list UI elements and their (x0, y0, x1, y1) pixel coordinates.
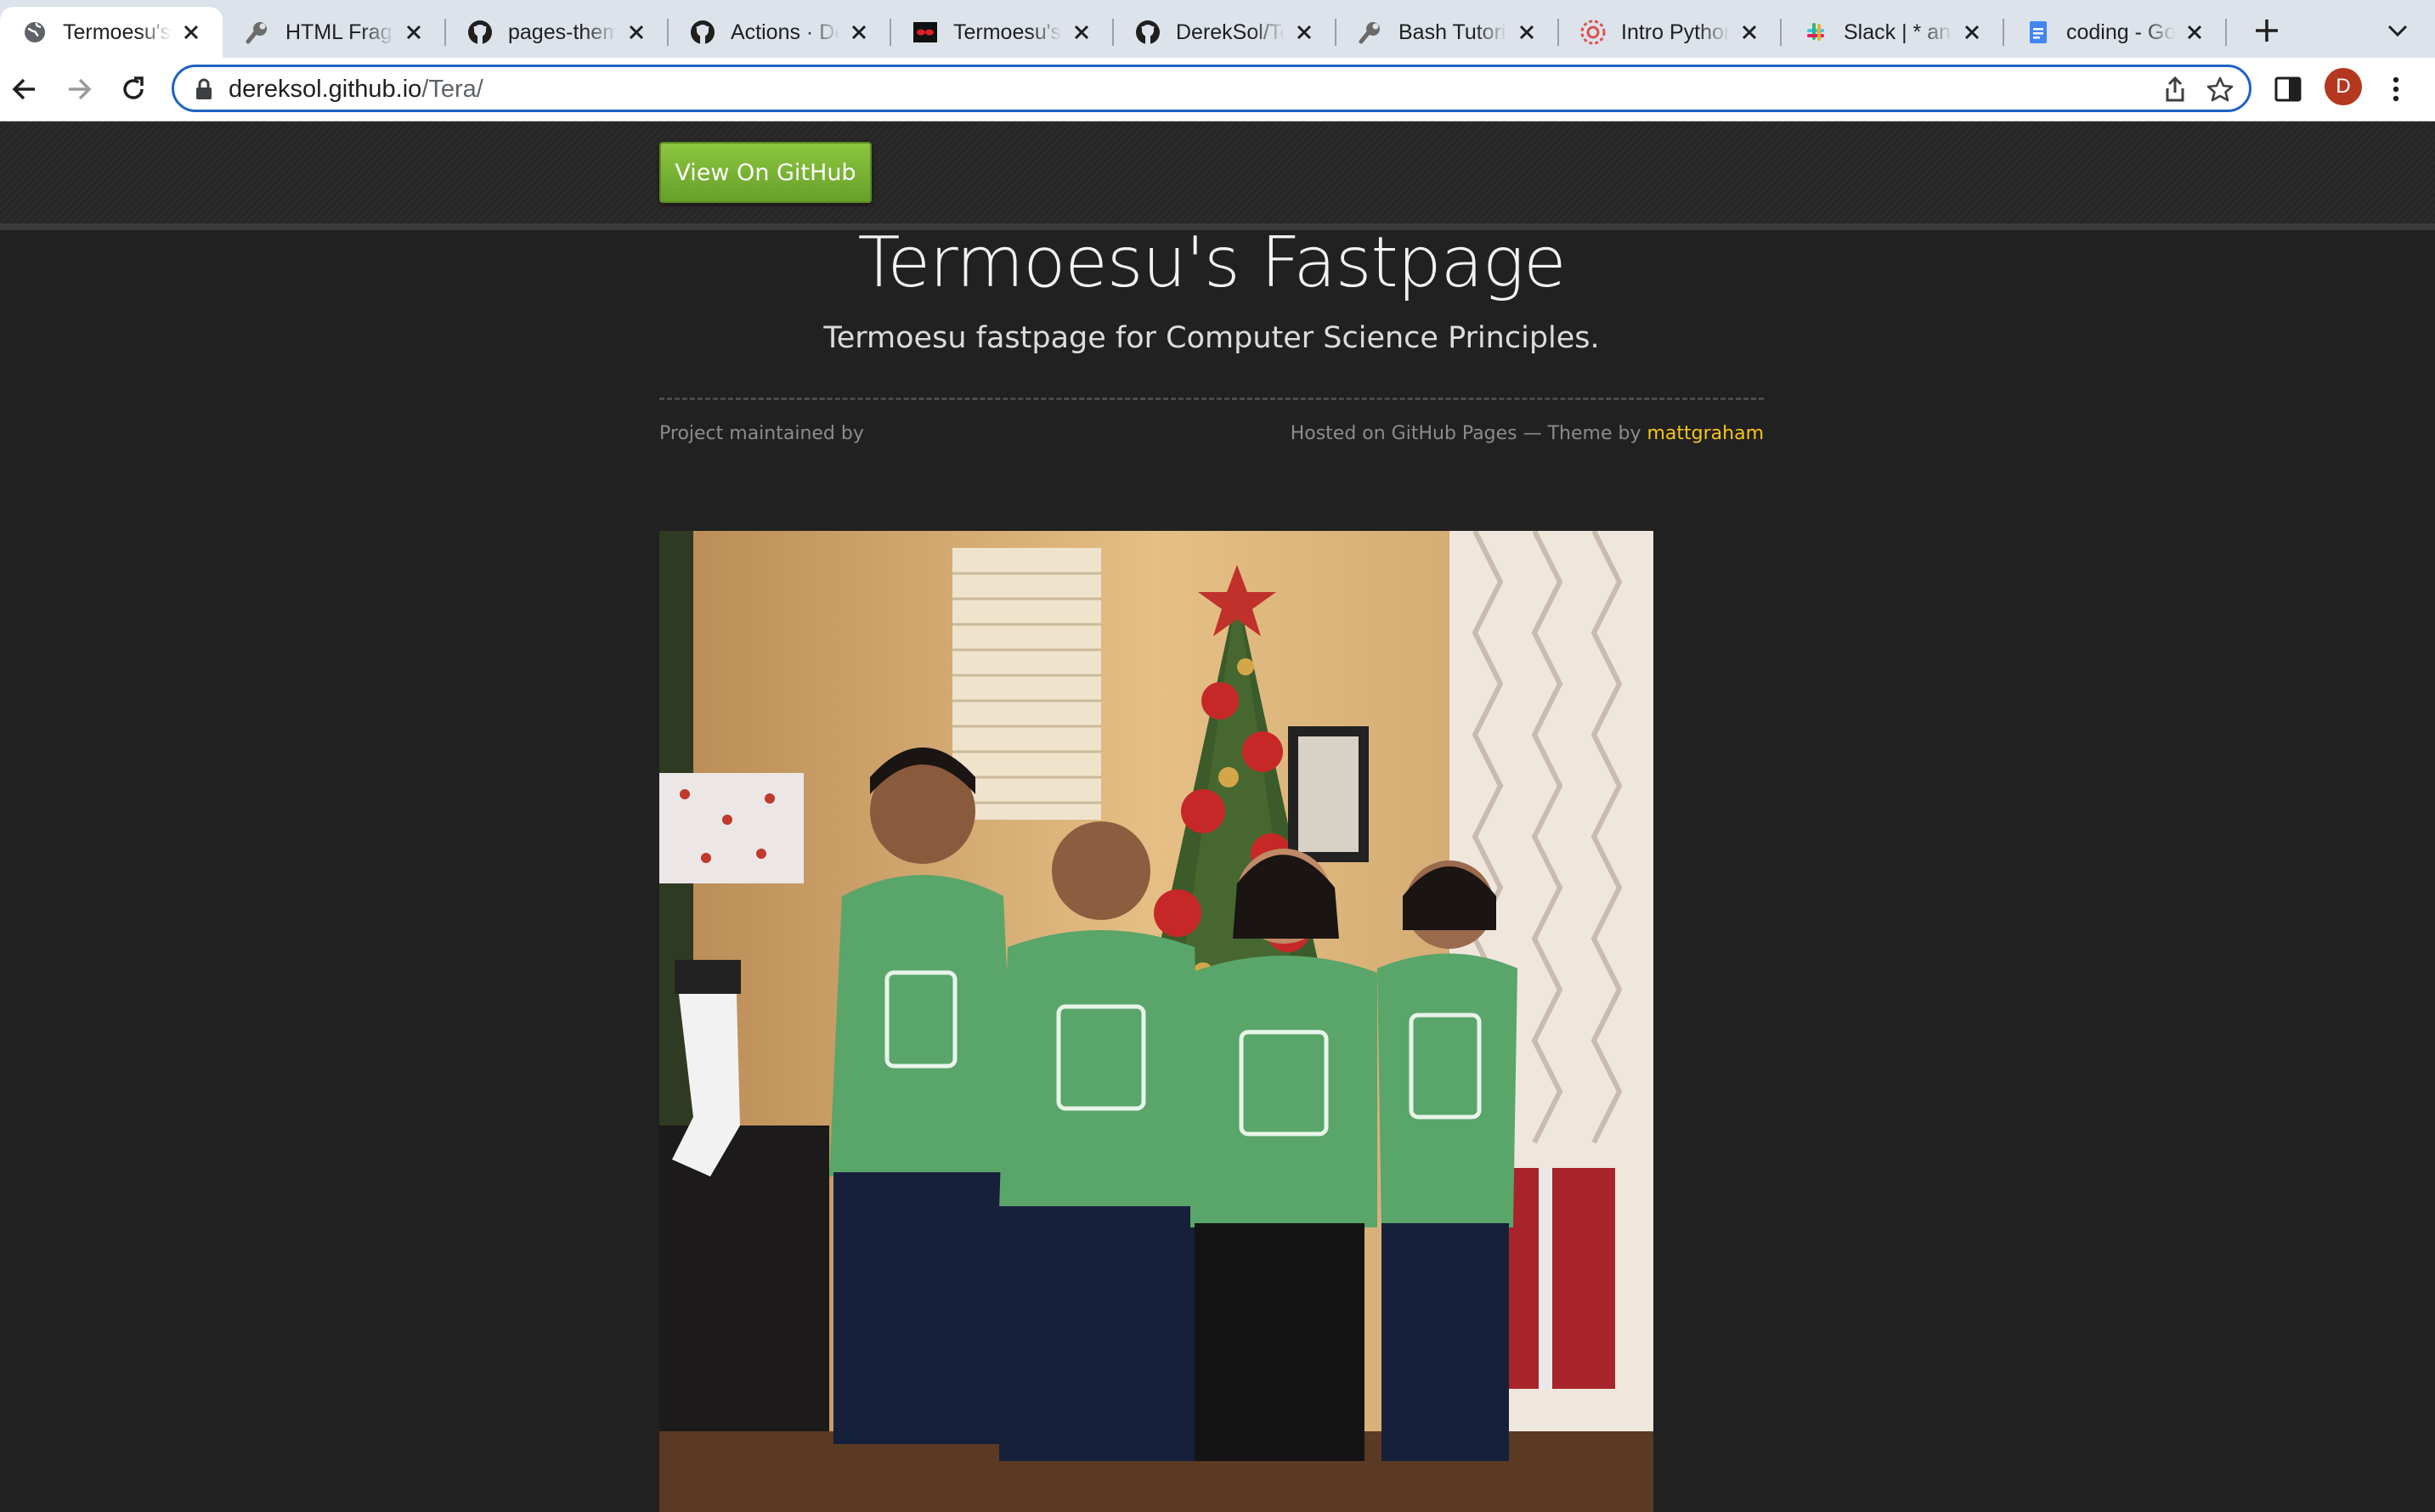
tab-strip: Termoesu's Fastpage HTML Fragments pages… (0, 0, 2435, 58)
tab-pages-themes[interactable]: pages-themes (445, 7, 668, 58)
star-icon[interactable] (2206, 76, 2234, 106)
page-header (0, 121, 2435, 225)
tab-dereksol-tera[interactable]: DerekSol/Tera (1113, 7, 1336, 58)
slack-icon (1803, 20, 1828, 45)
tab-title: pages-themes (508, 20, 617, 44)
view-on-github-button[interactable]: View On GitHub (659, 142, 872, 203)
github-icon (1135, 20, 1161, 45)
side-panel-icon (2274, 76, 2302, 102)
url-host: dereksol.github.io (229, 76, 422, 103)
tab-title: Intro Python (1621, 20, 1730, 44)
reload-button[interactable] (112, 68, 155, 110)
tab-termoesu-fastpage-2[interactable]: Termoesu's Fastpage (890, 7, 1113, 58)
close-icon[interactable] (1737, 20, 1762, 45)
flower-icon (1580, 20, 1606, 45)
wrench-icon (1358, 20, 1383, 45)
tab-intro-python[interactable]: Intro Python (1558, 7, 1781, 58)
mask-icon (912, 20, 938, 45)
close-icon[interactable] (1069, 20, 1094, 45)
page-title: Termoesu's Fastpage (857, 223, 1566, 303)
page-subtitle: Termoesu fastpage for Computer Science P… (823, 321, 1600, 355)
tab-separator (2225, 19, 2227, 46)
url-path: /Tera/ (421, 76, 483, 103)
tab-actions[interactable]: Actions · DerekSol (668, 7, 890, 58)
tab-title: HTML Fragments (285, 20, 394, 44)
close-icon[interactable] (624, 20, 649, 45)
lock-icon[interactable] (195, 78, 213, 104)
back-button[interactable] (3, 68, 46, 110)
tab-title: Slack | * and (1844, 20, 1952, 44)
tab-title: DerekSol/Tera (1176, 20, 1285, 44)
tab-slack[interactable]: Slack | * and (1781, 7, 2003, 58)
menu-button[interactable] (2375, 68, 2417, 110)
divider (659, 398, 1764, 400)
chevron-down-icon (2387, 25, 2408, 37)
hosted-prefix: Hosted on GitHub Pages — Theme by (1290, 423, 1641, 444)
theme-author-link[interactable]: mattgraham (1647, 423, 1764, 444)
tab-title: coding - Google Docs (2066, 20, 2175, 44)
family-photo (659, 531, 1653, 1512)
globe-icon (22, 20, 48, 45)
hosted-credit: Hosted on GitHub Pages — Theme by mattgr… (1291, 423, 1764, 444)
github-icon (467, 20, 493, 45)
new-tab-button[interactable] (2248, 12, 2285, 49)
plus-icon (2256, 20, 2278, 42)
close-icon[interactable] (1514, 20, 1540, 45)
browser-toolbar: dereksol.github.io/Tera/ (0, 58, 2435, 121)
tab-termoesu-fastpage[interactable]: Termoesu's Fastpage (0, 7, 223, 58)
tab-coding-docs[interactable]: coding - Google Docs (2003, 7, 2226, 58)
tab-title: Termoesu's Fastpage (63, 20, 172, 44)
tab-title: Actions · DerekSol (731, 20, 839, 44)
reload-icon (123, 76, 144, 99)
url-text: dereksol.github.io/Tera/ (229, 76, 483, 104)
close-icon[interactable] (178, 20, 204, 45)
arrow-left-icon (12, 78, 35, 100)
close-icon[interactable] (846, 20, 872, 45)
arrow-right-icon (69, 78, 92, 100)
kebab-menu-icon (2393, 76, 2399, 102)
close-icon[interactable] (1291, 20, 1317, 45)
forward-button[interactable] (58, 68, 100, 110)
profile-avatar[interactable]: D (2325, 68, 2362, 105)
docs-icon (2025, 20, 2051, 45)
close-icon[interactable] (401, 20, 427, 45)
wrench-icon (245, 20, 270, 45)
tab-html-fragments[interactable]: HTML Fragments (223, 7, 445, 58)
address-bar[interactable]: dereksol.github.io/Tera/ (172, 65, 2251, 112)
close-icon[interactable] (2182, 20, 2207, 45)
maintained-by-text: Project maintained by (659, 423, 864, 444)
close-icon[interactable] (1959, 20, 1985, 45)
side-panel-button[interactable] (2267, 68, 2309, 110)
github-icon (690, 20, 715, 45)
tab-title: Bash Tutorial (1398, 20, 1507, 44)
tab-title: Termoesu's Fastpage (953, 20, 1062, 44)
tab-bash-tutorial[interactable]: Bash Tutorial (1336, 7, 1558, 58)
tab-search-button[interactable] (2379, 12, 2416, 49)
share-icon[interactable] (2162, 76, 2188, 106)
